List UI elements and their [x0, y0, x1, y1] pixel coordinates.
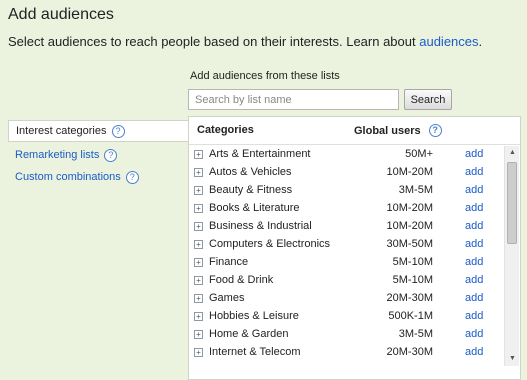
- help-icon[interactable]: ?: [111, 124, 125, 138]
- lists-label: Add audiences from these lists: [190, 70, 340, 82]
- category-name: Internet & Telecom: [209, 346, 301, 358]
- subtitle-period: .: [478, 34, 483, 49]
- column-header-categories: Categories: [197, 124, 254, 136]
- add-link[interactable]: add: [465, 256, 483, 268]
- table-row: + Autos & Vehicles 10M-20M add: [189, 164, 504, 182]
- table-row: + Games 20M-30M add: [189, 290, 504, 308]
- subtitle-text: Select audiences to reach people based o…: [8, 34, 416, 49]
- nav-item-label: Remarketing lists: [15, 149, 100, 161]
- table-row: + Beauty & Fitness 3M-5M add: [189, 182, 504, 200]
- scrollbar-thumb[interactable]: [507, 162, 517, 244]
- expand-icon[interactable]: +: [194, 168, 203, 177]
- add-link[interactable]: add: [465, 328, 483, 340]
- category-list: + Arts & Entertainment 50M+ add + Autos …: [189, 146, 504, 367]
- nav-item-label: Interest categories: [16, 125, 107, 137]
- category-name: Games: [209, 292, 245, 304]
- categories-panel: Categories Global users ? + Arts & Enter…: [188, 116, 521, 380]
- add-link[interactable]: add: [465, 184, 483, 196]
- add-link[interactable]: add: [465, 166, 483, 178]
- help-icon[interactable]: ?: [104, 148, 118, 162]
- add-link[interactable]: add: [465, 202, 483, 214]
- global-users-value: 3M-5M: [398, 184, 433, 196]
- add-link[interactable]: add: [465, 220, 483, 232]
- global-users-value: 20M-30M: [386, 346, 433, 358]
- scroll-up-icon[interactable]: ▲: [505, 146, 520, 160]
- category-name: Hobbies & Leisure: [209, 310, 299, 322]
- global-users-value: 5M-10M: [392, 256, 433, 268]
- global-users-value: 500K-1M: [388, 310, 433, 322]
- global-users-value: 10M-20M: [386, 202, 433, 214]
- page-subtitle: Select audiences to reach people based o…: [8, 34, 482, 49]
- category-name: Food & Drink: [209, 274, 274, 286]
- table-header: Categories Global users ?: [189, 117, 520, 145]
- table-row: + Hobbies & Leisure 500K-1M add: [189, 308, 504, 326]
- nav-item-custom-combinations[interactable]: Custom combinations ?: [8, 166, 190, 188]
- add-link[interactable]: add: [465, 346, 483, 358]
- table-row: + Arts & Entertainment 50M+ add: [189, 146, 504, 164]
- expand-icon[interactable]: +: [194, 330, 203, 339]
- table-row: + Business & Industrial 10M-20M add: [189, 218, 504, 236]
- category-name: Home & Garden: [209, 328, 289, 340]
- nav-item-remarketing-lists[interactable]: Remarketing lists ?: [8, 144, 190, 166]
- audience-type-nav: Interest categories ? Remarketing lists …: [8, 120, 190, 188]
- column-header-global-users: Global users ?: [354, 124, 442, 137]
- search-button[interactable]: Search: [404, 89, 452, 110]
- table-row: + Finance 5M-10M add: [189, 254, 504, 272]
- help-icon[interactable]: ?: [428, 124, 442, 137]
- table-row: + Books & Literature 10M-20M add: [189, 200, 504, 218]
- global-users-value: 20M-30M: [386, 292, 433, 304]
- learn-about-audiences-link[interactable]: audiences: [419, 34, 478, 49]
- add-link[interactable]: add: [465, 148, 483, 160]
- global-users-value: 5M-10M: [392, 274, 433, 286]
- global-users-value: 3M-5M: [398, 328, 433, 340]
- expand-icon[interactable]: +: [194, 312, 203, 321]
- expand-icon[interactable]: +: [194, 258, 203, 267]
- global-users-value: 30M-50M: [386, 238, 433, 250]
- category-name: Beauty & Fitness: [209, 184, 293, 196]
- expand-icon[interactable]: +: [194, 150, 203, 159]
- nav-item-label: Custom combinations: [15, 171, 121, 183]
- table-row: + Home & Garden 3M-5M add: [189, 326, 504, 344]
- category-name: Computers & Electronics: [209, 238, 331, 250]
- table-row: + Internet & Telecom 20M-30M add: [189, 344, 504, 362]
- add-link[interactable]: add: [465, 238, 483, 250]
- column-header-label: Global users: [354, 124, 421, 137]
- expand-icon[interactable]: +: [194, 276, 203, 285]
- add-link[interactable]: add: [465, 292, 483, 304]
- category-name: Finance: [209, 256, 249, 268]
- expand-icon[interactable]: +: [194, 204, 203, 213]
- category-name: Arts & Entertainment: [209, 148, 311, 160]
- scroll-down-icon[interactable]: ▼: [505, 352, 520, 366]
- category-name: Business & Industrial: [209, 220, 312, 232]
- add-link[interactable]: add: [465, 274, 483, 286]
- expand-icon[interactable]: +: [194, 294, 203, 303]
- category-name: Books & Literature: [209, 202, 300, 214]
- help-icon[interactable]: ?: [125, 170, 139, 184]
- expand-icon[interactable]: +: [194, 222, 203, 231]
- global-users-value: 10M-20M: [386, 166, 433, 178]
- table-row: + Food & Drink 5M-10M add: [189, 272, 504, 290]
- expand-icon[interactable]: +: [194, 348, 203, 357]
- page-title: Add audiences: [8, 6, 114, 23]
- table-row: + Computers & Electronics 30M-50M add: [189, 236, 504, 254]
- add-link[interactable]: add: [465, 310, 483, 322]
- nav-item-interest-categories[interactable]: Interest categories ?: [8, 120, 190, 142]
- category-name: Autos & Vehicles: [209, 166, 292, 178]
- global-users-value: 50M+: [405, 148, 433, 160]
- search-input[interactable]: [188, 89, 399, 110]
- list-scrollbar[interactable]: ▲ ▼: [504, 146, 519, 366]
- expand-icon[interactable]: +: [194, 240, 203, 249]
- expand-icon[interactable]: +: [194, 186, 203, 195]
- global-users-value: 10M-20M: [386, 220, 433, 232]
